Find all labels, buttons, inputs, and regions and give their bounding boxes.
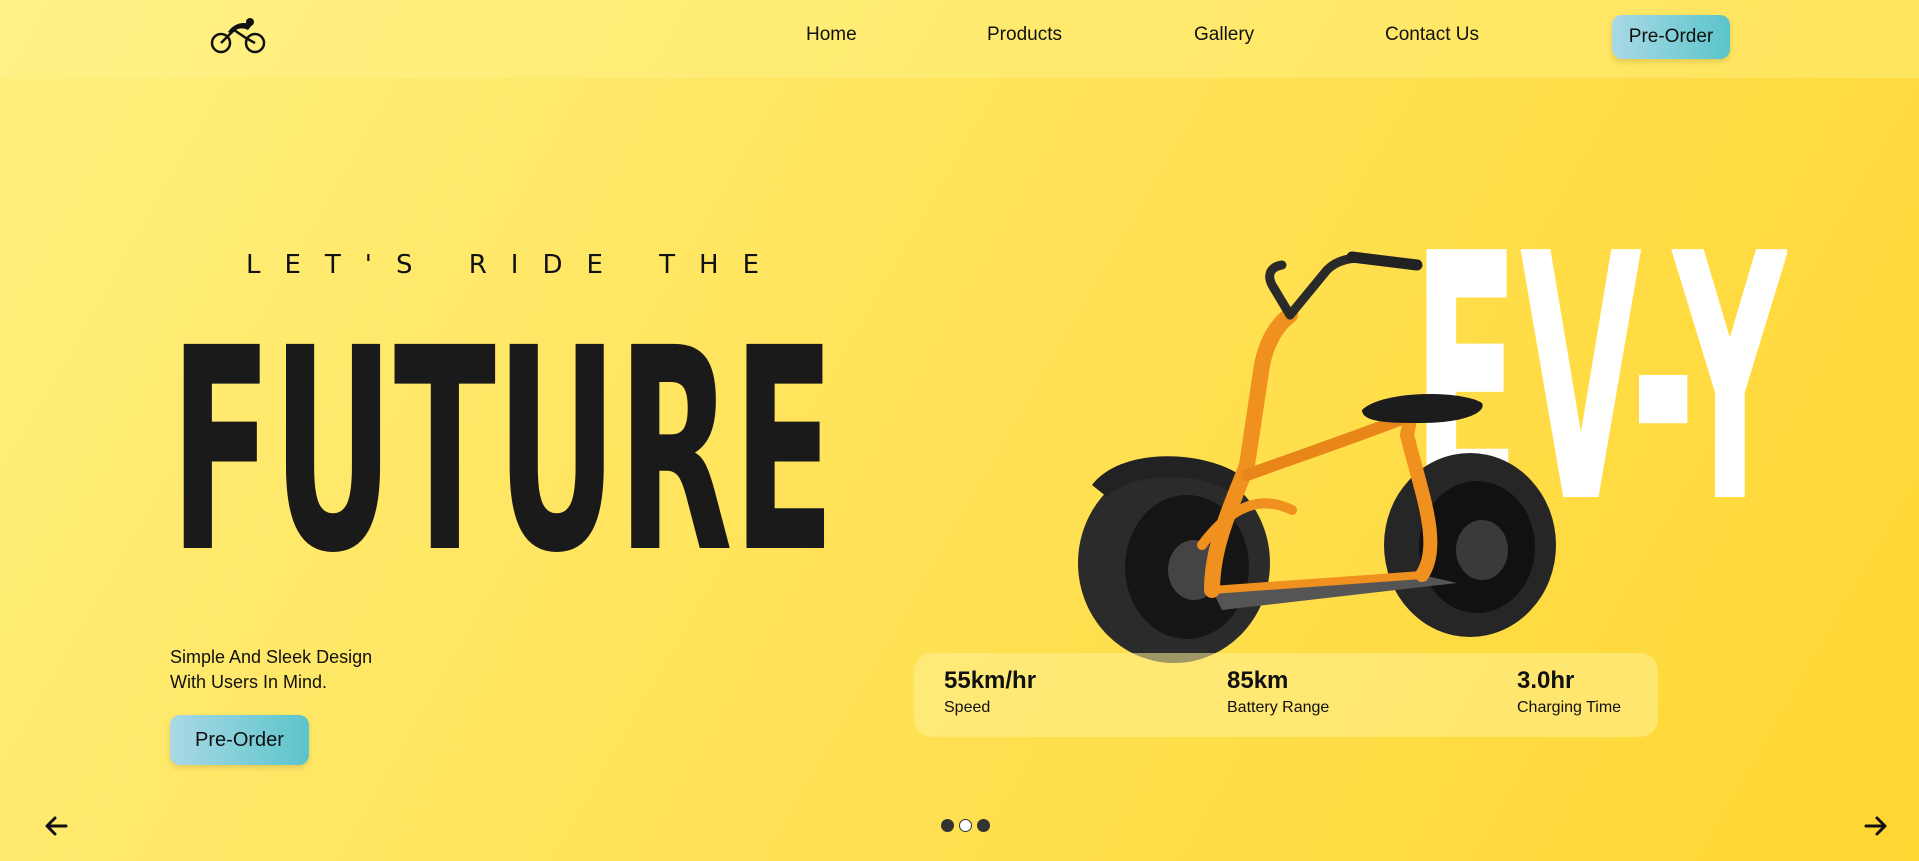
- carousel-dot-1[interactable]: [941, 819, 954, 832]
- stat-label: Charging Time: [1517, 699, 1622, 716]
- tagline-line-1: Simple And Sleek Design: [170, 647, 373, 667]
- hero-tagline: Simple And Sleek Design With Users In Mi…: [170, 645, 372, 695]
- stat-label: Speed: [944, 699, 991, 716]
- carousel-dot-2[interactable]: [959, 819, 972, 832]
- stat-speed: 55km/hr Speed: [944, 667, 1036, 717]
- carousel-indicators: [941, 819, 991, 835]
- stats-panel: 55km/hr Speed 85km Battery Range 3.0hr C…: [914, 653, 1658, 737]
- stat-charging-time: 3.0hr Charging Time: [1517, 667, 1621, 717]
- hero-title-text: FUTURE: [170, 318, 835, 558]
- stat-value: 85km: [1227, 667, 1289, 694]
- tagline-line-2: With Users In Mind.: [170, 672, 328, 692]
- nav-products-link[interactable]: Products: [987, 24, 1062, 46]
- carousel-dot-3[interactable]: [977, 819, 990, 832]
- bicycle-rider-icon[interactable]: [208, 16, 270, 58]
- stat-battery-range: 85km Battery Range: [1227, 667, 1329, 717]
- arrow-left-icon[interactable]: [42, 812, 70, 840]
- top-navigation-bar: Home Products Gallery Contact Us Pre-Ord…: [0, 0, 1919, 78]
- header-preorder-button[interactable]: Pre-Order: [1612, 15, 1730, 59]
- nav-gallery-link[interactable]: Gallery: [1194, 24, 1254, 46]
- hero-eyebrow: LET'S RIDE THE: [246, 250, 784, 280]
- nav-contact-link[interactable]: Contact Us: [1385, 24, 1479, 46]
- nav-home-link[interactable]: Home: [806, 24, 857, 46]
- scooter-image: [1078, 251, 1556, 663]
- hero-title: FUTURE: [170, 318, 835, 558]
- stat-value: 3.0hr: [1517, 667, 1575, 694]
- stat-value: 55km/hr: [944, 667, 1037, 694]
- arrow-right-icon[interactable]: [1862, 812, 1890, 840]
- hero-preorder-button[interactable]: Pre-Order: [170, 715, 309, 765]
- stat-label: Battery Range: [1227, 699, 1330, 716]
